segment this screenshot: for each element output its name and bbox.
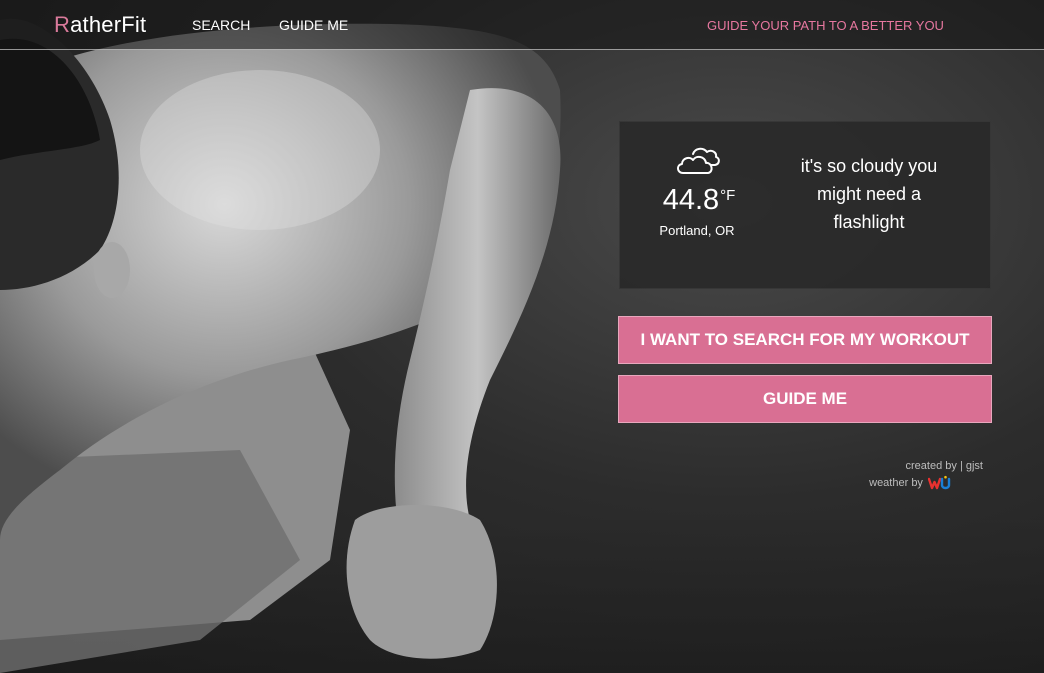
- credits: created by | gjst weather by: [869, 458, 983, 492]
- guide-me-button[interactable]: GUIDE ME: [618, 375, 992, 423]
- search-workout-button[interactable]: I WANT TO SEARCH FOR MY WORKOUT: [618, 316, 992, 364]
- created-by-line: created by | gjst: [869, 458, 983, 475]
- wu-logo-icon[interactable]: [928, 475, 952, 491]
- cloud-icon: [677, 147, 720, 174]
- weather-message: it's so cloudy you might need a flashlig…: [800, 156, 938, 232]
- temperature: 44.8°F: [657, 184, 741, 216]
- nav-link-guide-me[interactable]: GUIDE ME: [279, 17, 348, 33]
- weather-card: 44.8°F Portland, OR it's so cloudy you m…: [619, 121, 991, 289]
- brand-initial: R: [54, 12, 71, 37]
- weather-location: Portland, OR: [659, 223, 735, 238]
- temperature-unit: °F: [720, 187, 736, 204]
- navbar: RatherFit SEARCH GUIDE ME GUIDE YOUR PAT…: [0, 0, 1044, 50]
- temperature-value: 44.8: [662, 184, 720, 216]
- created-by-label: created by: [905, 460, 957, 472]
- tagline: GUIDE YOUR PATH TO A BETTER YOU: [707, 18, 944, 33]
- weather-by-line: weather by: [869, 475, 983, 492]
- brand-name: atherFit: [70, 12, 147, 37]
- brand-logo[interactable]: RatherFit: [54, 12, 146, 38]
- page: RatherFit SEARCH GUIDE ME GUIDE YOUR PAT…: [0, 0, 1044, 673]
- credits-separator: |: [959, 460, 963, 472]
- author-link[interactable]: gjst: [966, 460, 983, 472]
- nav-link-search[interactable]: SEARCH: [192, 17, 250, 33]
- weather-by-label: weather by: [869, 477, 923, 489]
